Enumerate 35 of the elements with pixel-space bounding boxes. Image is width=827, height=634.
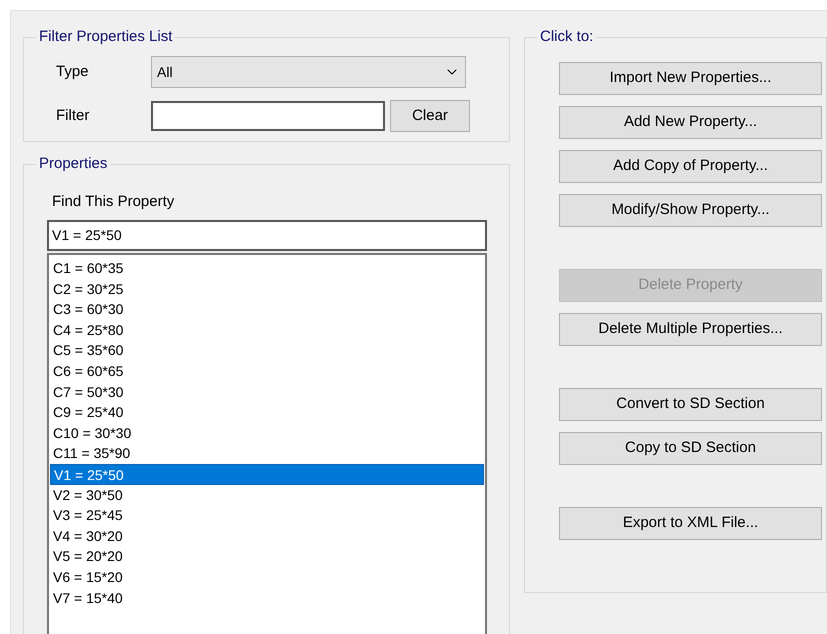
action-button[interactable]: Copy to SD Section [559, 432, 822, 465]
find-field[interactable]: V1 = 25*50 [47, 220, 487, 251]
group-title: Filter Properties List [36, 28, 176, 46]
properties-list[interactable]: C1 = 60*35 C2 = 30*25 C3 = 60*30 C4 = 25*80 C5 = 35*60 C6 = 60*65 C7 = 50*30 C9 = 25*40 C10 = 30*30 C11 = 35*90 V1 = 25*50 V2 = 30*50 V3 = 25*45 V4 = 30*20 V5 = 20*20 V6 = 15*20 V7 = 15*40 [47, 253, 487, 634]
filter-label: Filter [56, 106, 90, 126]
list-item[interactable]: V7 = 15*40 [50, 588, 484, 608]
list-item[interactable]: C4 = 25*80 [50, 320, 484, 340]
list-item[interactable]: C3 = 60*30 [50, 299, 484, 320]
list-item[interactable]: C10 = 30*30 [50, 422, 484, 444]
action-button[interactable]: Convert to SD Section [559, 388, 822, 421]
list-item[interactable]: V3 = 25*45 [50, 505, 484, 526]
action-button[interactable]: Import New Properties... [559, 62, 822, 95]
list-item[interactable]: V5 = 20*20 [50, 546, 484, 567]
list-item[interactable]: C6 = 60*65 [50, 360, 484, 382]
action-button[interactable]: Modify/Show Property... [559, 194, 822, 227]
group-title: Properties [36, 155, 110, 173]
list-item[interactable]: C7 = 50*30 [50, 382, 484, 402]
clear-button[interactable]: Clear [390, 100, 470, 132]
list-item[interactable]: C1 = 60*35 [50, 258, 484, 279]
filter-field[interactable] [151, 101, 385, 131]
type-label: Type [56, 62, 90, 82]
action-button[interactable]: Delete Multiple Properties... [559, 313, 822, 346]
list-item[interactable]: V1 = 25*50 [50, 464, 484, 485]
list-item[interactable]: V6 = 15*20 [50, 566, 484, 588]
type-dropdown[interactable]: All [151, 56, 466, 88]
action-button[interactable]: Add New Property... [559, 106, 822, 139]
list-item[interactable]: C9 = 25*40 [50, 402, 484, 423]
action-button[interactable]: Add Copy of Property... [559, 150, 822, 183]
list-item[interactable]: V4 = 30*20 [50, 526, 484, 546]
list-item[interactable]: C11 = 35*90 [50, 443, 484, 464]
list-item[interactable]: C2 = 30*25 [50, 278, 484, 300]
action-button[interactable]: Export to XML File... [559, 507, 822, 540]
find-label: Find This Property [52, 193, 176, 211]
list-item[interactable]: C5 = 35*60 [50, 340, 484, 361]
list-item[interactable]: V2 = 30*50 [50, 484, 484, 506]
